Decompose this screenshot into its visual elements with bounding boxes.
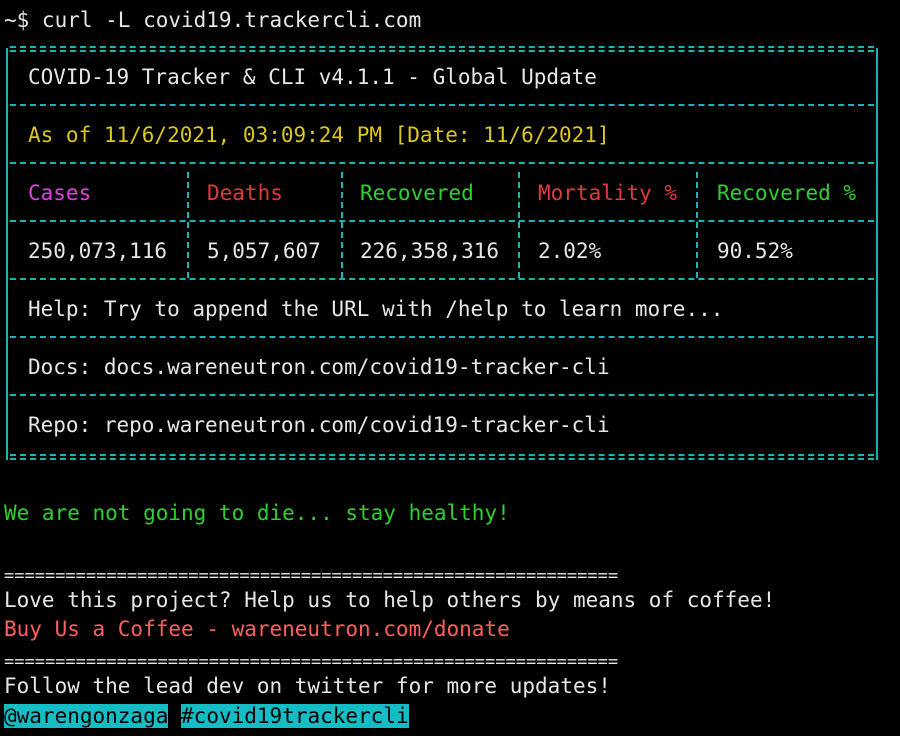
motto-text: We are not going to die... stay healthy! (4, 501, 510, 525)
coffee-link[interactable]: Buy Us a Coffee - wareneutron.com/donate (4, 615, 510, 644)
tracker-table: COVID-19 Tracker & CLI v4.1.1 - Global U… (6, 46, 878, 462)
column-divider (696, 172, 698, 278)
column-header-cases: Cases (28, 181, 92, 205)
column-header-recovered-percent: Recovered % (717, 181, 857, 205)
social-tags: @warengonzaga #covid19trackercli (4, 702, 409, 731)
row-separator (10, 336, 874, 338)
value-recovered: 226,358,316 (360, 239, 500, 263)
table-bottom-border (10, 454, 874, 460)
value-cases: 250,073,116 (28, 239, 168, 263)
column-header-mortality: Mortality % (538, 181, 678, 205)
column-header-deaths: Deaths (207, 181, 283, 205)
repo-link: Repo: repo.wareneutron.com/covid19-track… (28, 413, 610, 437)
column-divider (341, 172, 343, 278)
coffee-text: Love this project? Help us to help other… (4, 588, 776, 612)
row-separator (10, 394, 874, 396)
twitter-handle[interactable]: @warengonzaga (4, 704, 169, 728)
table-right-border (876, 48, 878, 460)
table-left-border (6, 48, 8, 460)
row-separator (10, 220, 874, 222)
column-divider (518, 172, 520, 278)
hashtag[interactable]: #covid19trackercli (181, 704, 409, 728)
value-mortality: 2.02% (538, 239, 602, 263)
column-divider (187, 172, 189, 278)
row-separator (10, 278, 874, 280)
help-text: Help: Try to append the URL with /help t… (28, 297, 724, 321)
follow-text: Follow the lead dev on twitter for more … (4, 674, 611, 698)
tracker-title: COVID-19 Tracker & CLI v4.1.1 - Global U… (28, 65, 597, 89)
as-of-date: As of 11/6/2021, 03:09:24 PM [Date: 11/6… (28, 123, 610, 147)
value-deaths: 5,057,607 (207, 239, 321, 263)
docs-link: Docs: docs.wareneutron.com/covid19-track… (28, 355, 610, 379)
row-separator (10, 162, 874, 164)
row-separator (10, 104, 874, 106)
column-header-recovered: Recovered (360, 181, 474, 205)
table-top-border (10, 46, 874, 52)
value-recovered-percent: 90.52% (717, 239, 793, 263)
command-prompt: ~$ curl -L covid19.trackercli.com (4, 8, 422, 32)
